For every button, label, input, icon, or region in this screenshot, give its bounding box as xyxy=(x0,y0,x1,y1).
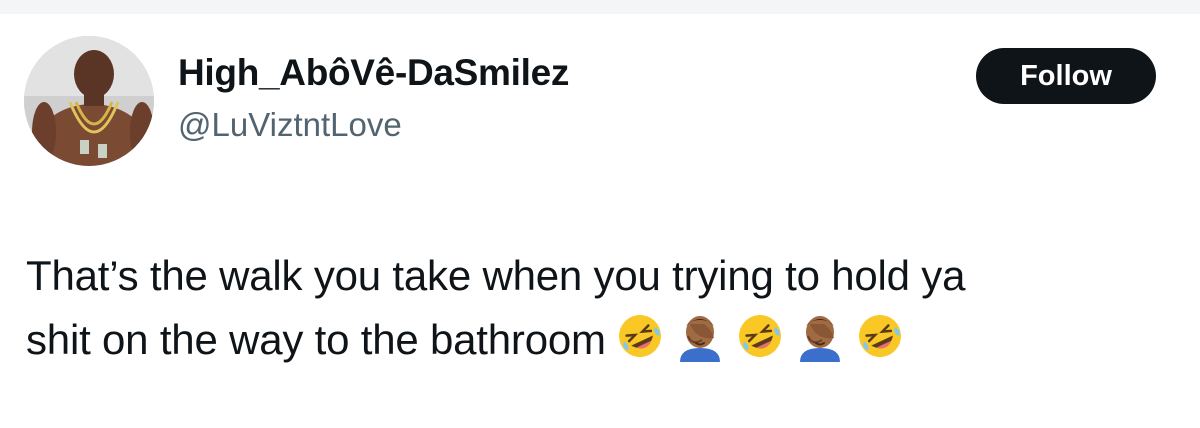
user-handle[interactable]: @LuViztntLove xyxy=(178,106,402,144)
man-facepalming-icon xyxy=(794,310,846,362)
display-name[interactable]: High_AbôVê-DaSmilez xyxy=(178,52,569,94)
tweet-text-line-1: That’s the walk you take when you trying… xyxy=(26,252,966,299)
avatar-photo-icon xyxy=(24,36,154,166)
rolling-on-floor-laughing-icon xyxy=(614,310,666,362)
rolling-on-floor-laughing-icon xyxy=(734,310,786,362)
tweet-text: That’s the walk you take when you trying… xyxy=(26,244,1176,372)
avatar[interactable] xyxy=(24,36,154,166)
tweet-text-line-2-text: shit on the way to the bathroom xyxy=(26,316,606,363)
rolling-on-floor-laughing-icon xyxy=(854,310,906,362)
follow-button[interactable]: Follow xyxy=(976,48,1156,104)
man-facepalming-icon xyxy=(674,310,726,362)
top-divider-strip xyxy=(0,0,1200,14)
tweet-text-line-2: shit on the way to the bathroom xyxy=(26,308,1176,372)
